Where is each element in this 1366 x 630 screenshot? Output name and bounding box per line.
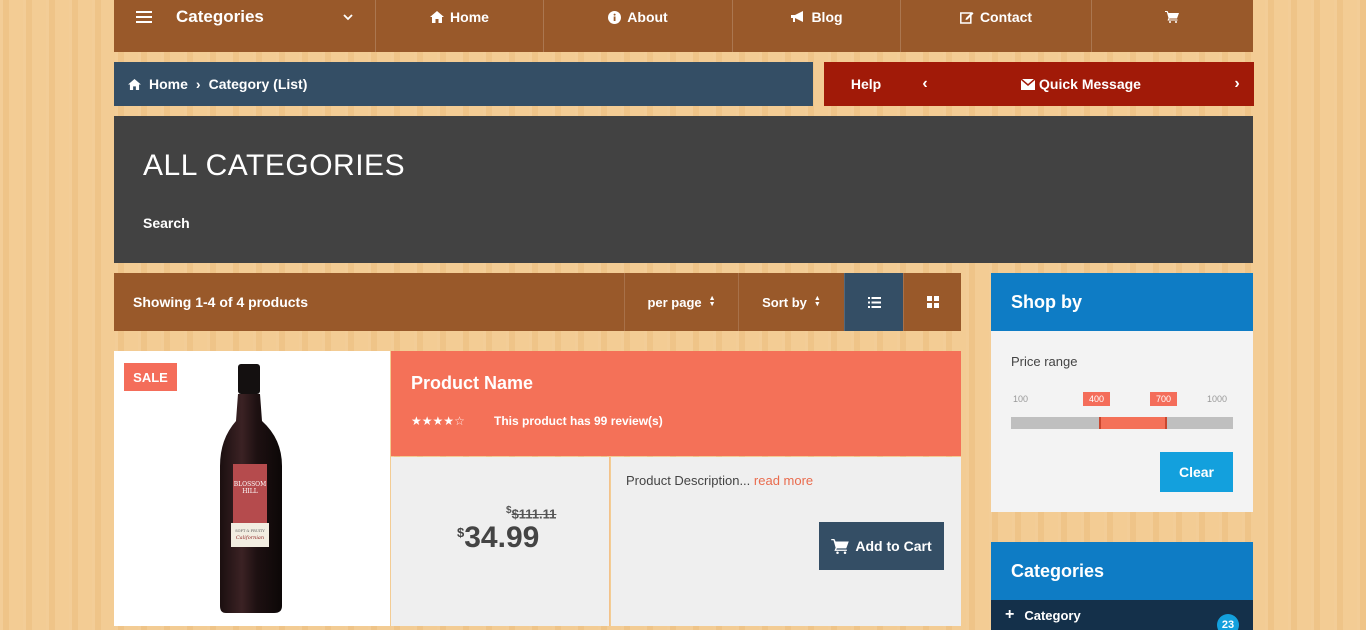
- help-link[interactable]: Help: [824, 76, 908, 92]
- nav-about-label: About: [627, 9, 668, 25]
- list-icon: [867, 296, 881, 308]
- star-icon: ★: [421, 414, 433, 428]
- grid-icon: [926, 296, 939, 308]
- breadcrumb-home-link[interactable]: Home: [149, 76, 188, 92]
- product-header: Product Name ★★★★☆ This product has 99 r…: [391, 351, 961, 456]
- shopping-cart-icon: [1165, 11, 1179, 23]
- categories-menu-button[interactable]: Categories: [114, 0, 376, 52]
- price-panel: $$111.11 $34.99: [391, 457, 610, 626]
- top-navigation: Categories Home About Blog Contact: [114, 0, 1253, 52]
- star-rating: ★★★★☆: [411, 414, 465, 428]
- per-page-select[interactable]: per page ▲ ▼: [624, 273, 738, 331]
- description-panel: Product Description... read more Add to …: [611, 457, 961, 626]
- help-bar: Help ‹ Quick Message ›: [824, 62, 1254, 106]
- svg-text:Californian: Californian: [236, 535, 264, 541]
- svg-text:HILL: HILL: [242, 488, 258, 495]
- edit-icon: [959, 11, 974, 24]
- shop-by-panel: Price range 100 400 700 1000 Clear: [991, 331, 1253, 512]
- sale-price: $34.99: [457, 521, 540, 554]
- range-low-value: 400: [1083, 392, 1110, 406]
- wine-bottle-image: BLOSSOM HILL SOFT & FRUITY Californian: [220, 364, 282, 613]
- product-toolbar: Showing 1-4 of 4 products per page ▲ ▼ So…: [114, 273, 961, 331]
- nav-contact[interactable]: Contact: [901, 0, 1092, 52]
- nav-about[interactable]: About: [544, 0, 733, 52]
- results-count: Showing 1-4 of 4 products: [133, 294, 309, 310]
- categories-menu-label: Categories: [176, 7, 264, 26]
- nav-home[interactable]: Home: [376, 0, 544, 52]
- sort-by-label: Sort by: [762, 294, 807, 310]
- shopping-cart-icon: [831, 538, 850, 554]
- breadcrumb-separator: ›: [195, 76, 201, 92]
- category-item[interactable]: + Category 23: [991, 600, 1253, 630]
- nav-blog-label: Blog: [811, 9, 843, 25]
- list-view-button[interactable]: [844, 273, 903, 331]
- breadcrumb-current: Category (List): [208, 76, 308, 92]
- prev-arrow-button[interactable]: ‹: [908, 75, 942, 93]
- sort-icon: ▲ ▼: [813, 295, 821, 308]
- nav-blog[interactable]: Blog: [733, 0, 901, 52]
- star-icon: ★: [443, 414, 455, 428]
- price-range-selection[interactable]: [1099, 417, 1167, 429]
- quick-message-link[interactable]: Quick Message: [942, 76, 1220, 92]
- svg-text:BLOSSOM: BLOSSOM: [234, 481, 267, 488]
- hamburger-icon: [136, 11, 152, 23]
- category-item-label: Category: [1024, 607, 1081, 623]
- quick-message-label: Quick Message: [1039, 76, 1141, 92]
- star-icon: ★: [411, 414, 422, 428]
- nav-cart[interactable]: [1092, 0, 1252, 52]
- search-link[interactable]: Search: [143, 215, 190, 231]
- star-icon: ★: [432, 414, 444, 428]
- review-count: This product has 99 review(s): [494, 414, 663, 428]
- product-image-panel[interactable]: SALE BLOSSOM HILL SOFT & FRUITY Californ…: [114, 351, 390, 626]
- page-header: ALL CATEGORIES Search: [114, 116, 1253, 263]
- page-title: ALL CATEGORIES: [143, 149, 406, 182]
- add-to-cart-button[interactable]: Add to Cart: [819, 522, 944, 570]
- breadcrumb: Home › Category (List): [114, 62, 813, 106]
- plus-icon: +: [1005, 606, 1015, 623]
- next-arrow-button[interactable]: ›: [1220, 75, 1254, 93]
- home-icon: [430, 11, 445, 23]
- old-price: $$111.11: [506, 505, 557, 522]
- grid-view-button[interactable]: [903, 273, 961, 331]
- categories-title: Categories: [991, 542, 1253, 600]
- nav-home-label: Home: [450, 9, 489, 25]
- product-name-link[interactable]: Product Name: [411, 373, 533, 394]
- home-icon: [128, 78, 141, 90]
- nav-contact-label: Contact: [979, 9, 1033, 25]
- clear-button[interactable]: Clear: [1160, 452, 1233, 492]
- range-min-label: 100: [1013, 394, 1029, 404]
- add-to-cart-label: Add to Cart: [855, 538, 932, 554]
- category-count-badge: 23: [1217, 614, 1239, 630]
- range-high-value: 700: [1150, 392, 1177, 406]
- shop-by-title: Shop by: [991, 273, 1253, 331]
- info-icon: [608, 10, 622, 24]
- envelope-icon: [1021, 78, 1036, 90]
- sort-icon: ▲ ▼: [708, 295, 716, 308]
- sort-by-select[interactable]: Sort by ▲ ▼: [738, 273, 844, 331]
- price-range-slider[interactable]: [1011, 417, 1233, 429]
- price-range-label: Price range: [1011, 354, 1078, 369]
- bullhorn-icon: [791, 11, 804, 22]
- star-empty-icon: ☆: [454, 414, 465, 428]
- read-more-link[interactable]: read more: [754, 473, 813, 488]
- range-max-label: 1000: [1207, 394, 1228, 404]
- per-page-label: per page: [647, 294, 702, 310]
- product-description: Product Description... read more: [626, 473, 814, 488]
- chevron-down-icon: [343, 13, 353, 20]
- svg-text:SOFT & FRUITY: SOFT & FRUITY: [235, 529, 265, 533]
